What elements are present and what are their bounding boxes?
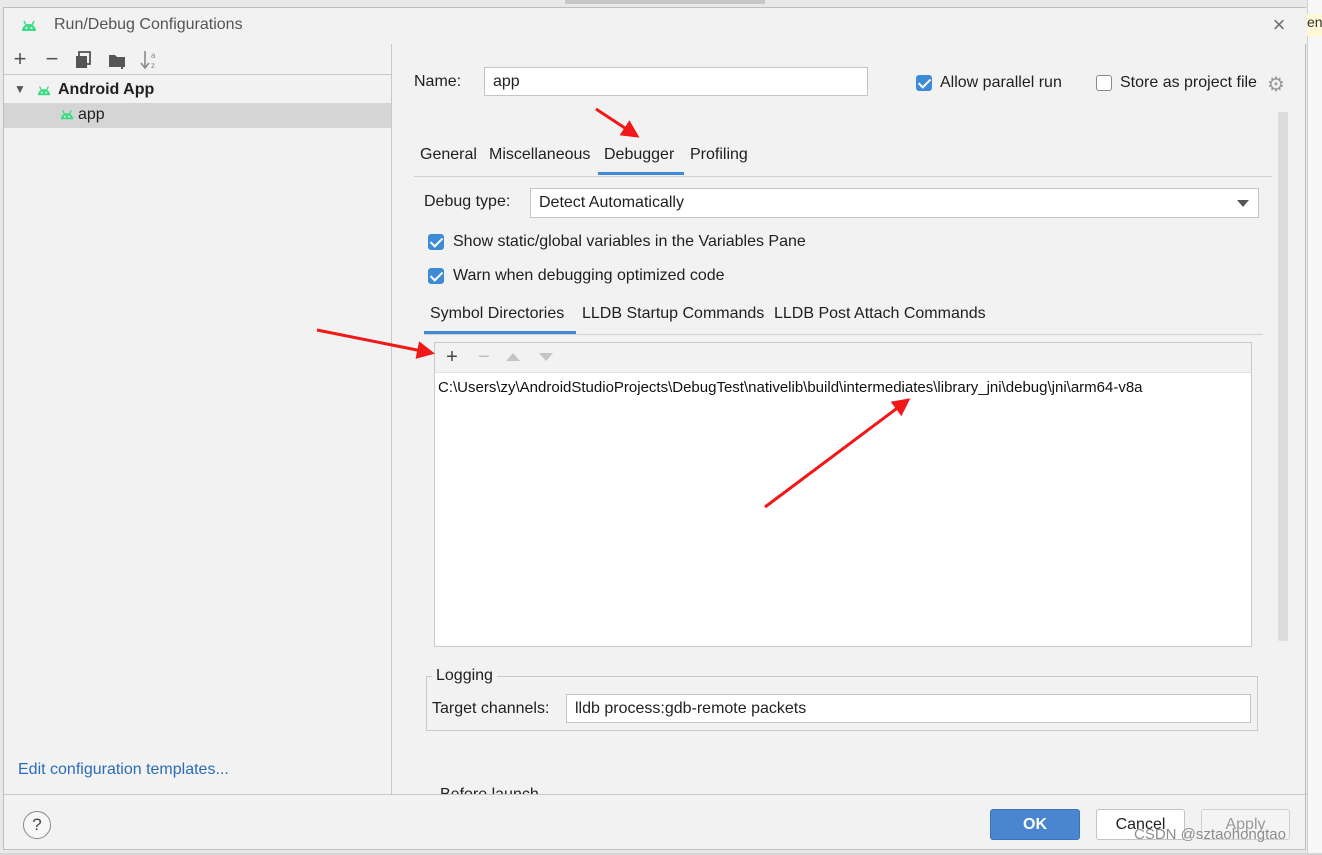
logging-title: Logging (432, 667, 497, 685)
add-configuration-button[interactable]: + (9, 48, 31, 70)
tree-group-label: Android App (58, 81, 155, 98)
symbol-directories-list: + − C:\Users\zy\AndroidStudioProjects\De… (434, 342, 1252, 647)
android-icon (60, 110, 74, 120)
tab-general[interactable]: General (420, 146, 477, 164)
debug-type-dropdown[interactable]: Detect Automatically (530, 188, 1259, 218)
folder-add-icon[interactable] (108, 52, 128, 70)
name-field[interactable] (484, 67, 868, 96)
inner-tabs-divider (424, 334, 1263, 335)
show-static-vars-label[interactable]: Show static/global variables in the Vari… (453, 233, 806, 251)
run-debug-configurations-dialog: Run/Debug Configurations × + − a z ▼ And… (3, 7, 1307, 850)
list-item[interactable]: C:\Users\zy\AndroidStudioProjects\DebugT… (438, 379, 1143, 396)
symbol-directories-toolbar: + − (435, 343, 1251, 373)
android-icon (22, 20, 36, 31)
footer-divider (4, 794, 1307, 795)
warn-optimized-label[interactable]: Warn when debugging optimized code (453, 267, 725, 285)
gear-icon[interactable]: ⚙ (1267, 72, 1285, 97)
allow-parallel-checkbox[interactable] (916, 75, 932, 91)
scrollbar[interactable] (1278, 112, 1288, 641)
watermark: CSDN @sztaohongtao (1134, 826, 1286, 843)
chevron-down-icon[interactable]: ▼ (14, 82, 26, 96)
dialog-title: Run/Debug Configurations (54, 16, 243, 33)
move-up-icon[interactable] (506, 353, 520, 361)
dialog-titlebar: Run/Debug Configurations × (4, 8, 1307, 44)
warn-optimized-checkbox[interactable] (428, 268, 444, 284)
remove-configuration-button[interactable]: − (41, 48, 63, 70)
store-project-file-checkbox[interactable] (1096, 75, 1112, 91)
background-tab: en (1307, 14, 1322, 36)
sort-icon[interactable]: a z (140, 49, 160, 71)
show-static-vars-checkbox[interactable] (428, 234, 444, 250)
tab-miscellaneous[interactable]: Miscellaneous (489, 146, 590, 164)
tree-item-label: app (78, 106, 105, 123)
edit-templates-link[interactable]: Edit configuration templates... (18, 761, 229, 779)
background-window-edge (565, 0, 765, 4)
tabs-divider (414, 176, 1272, 177)
android-icon (37, 86, 51, 96)
svg-text:a: a (151, 51, 156, 60)
help-button[interactable]: ? (23, 811, 51, 839)
svg-text:z: z (151, 61, 155, 70)
debug-type-label: Debug type: (424, 193, 511, 210)
target-channels-label: Target channels: (432, 700, 550, 717)
tab-debugger[interactable]: Debugger (604, 146, 674, 164)
target-channels-field[interactable] (566, 694, 1251, 723)
close-button[interactable]: × (1268, 14, 1290, 36)
tab-profiling[interactable]: Profiling (690, 146, 748, 164)
tab-symbol-directories[interactable]: Symbol Directories (430, 305, 564, 323)
configurations-sidebar: + − a z ▼ Android App app Edit configura… (4, 44, 392, 794)
ok-button[interactable]: OK (990, 809, 1080, 840)
remove-symbol-directory-button[interactable]: − (474, 346, 494, 368)
debug-type-value: Detect Automatically (539, 194, 684, 211)
move-down-icon[interactable] (539, 353, 553, 361)
tab-lldb-post-attach-commands[interactable]: LLDB Post Attach Commands (774, 305, 986, 323)
copy-icon[interactable] (74, 51, 92, 69)
active-tab-indicator (598, 172, 684, 175)
before-launch-label: Before launch (440, 786, 640, 794)
store-project-file-label[interactable]: Store as project file (1120, 74, 1257, 92)
allow-parallel-label[interactable]: Allow parallel run (940, 74, 1062, 92)
background-window-strip (1307, 0, 1322, 855)
add-symbol-directory-button[interactable]: + (442, 346, 462, 368)
tab-lldb-startup-commands[interactable]: LLDB Startup Commands (582, 305, 764, 323)
tree-group-android-app[interactable]: ▼ Android App (4, 78, 391, 103)
chevron-down-icon (1237, 200, 1249, 207)
sidebar-toolbar: + − a z (4, 44, 391, 75)
tree-item-app[interactable]: app (4, 103, 391, 128)
name-label: Name: (414, 73, 462, 90)
